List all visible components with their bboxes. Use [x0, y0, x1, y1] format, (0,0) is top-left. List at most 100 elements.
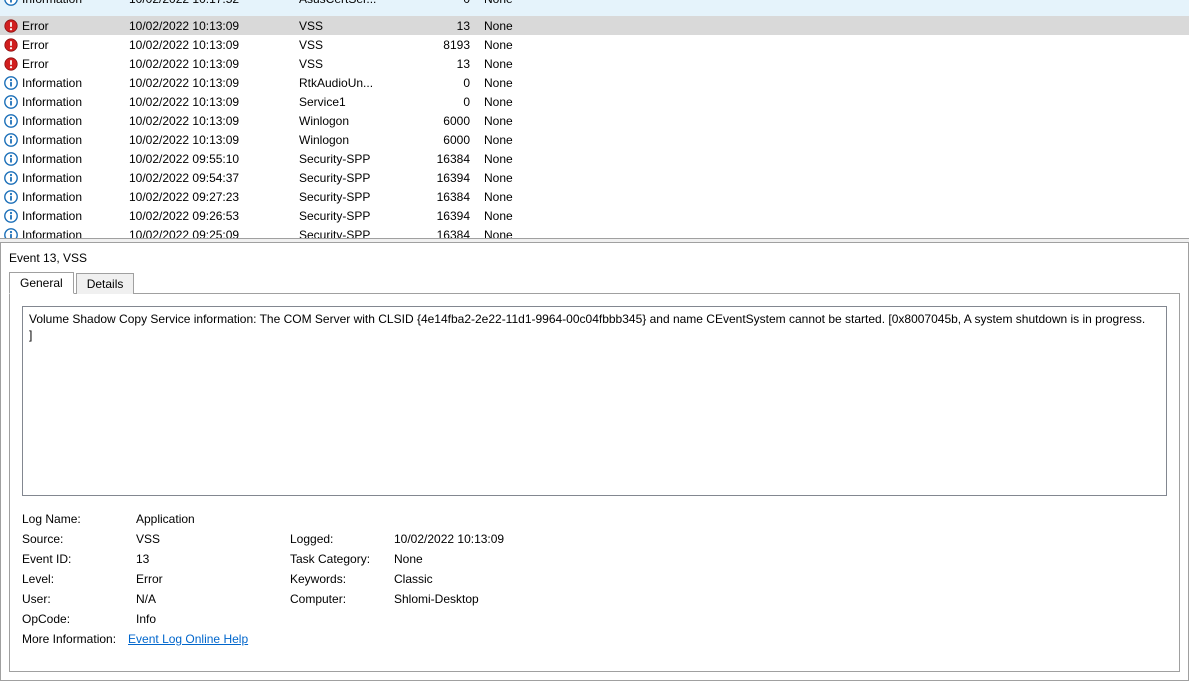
cell-category: None	[480, 168, 1189, 187]
cell-source: Winlogon	[295, 111, 425, 130]
label-user: User:	[22, 592, 132, 606]
cell-category: None	[480, 73, 1189, 92]
cell-level: Information	[22, 0, 82, 6]
table-row[interactable]: Information10/02/2022 10:13:09Service10N…	[0, 92, 1189, 111]
label-source: Source:	[22, 532, 132, 546]
value-eventid: 13	[136, 552, 286, 566]
cell-eventid: 0	[425, 92, 480, 111]
cell-eventid: 16384	[425, 225, 480, 238]
event-title: Event 13, VSS	[9, 249, 1180, 271]
table-row[interactable]: Information 10/02/2022 09:54:37Security-S…	[0, 168, 1189, 187]
table-row[interactable]: Information 10/02/2022 09:26:53Security-S…	[0, 206, 1189, 225]
table-row[interactable]: Information10/02/2022 10:13:09Winlogon60…	[0, 111, 1189, 130]
cell-category: None	[480, 149, 1189, 168]
cell-category: None	[484, 0, 513, 6]
tab-details[interactable]: Details	[76, 273, 135, 294]
label-opcode: OpCode:	[22, 612, 132, 626]
cell-source: Security-SPP	[295, 206, 425, 225]
table-row[interactable]: Error10/02/2022 10:13:09VSS8193None	[0, 35, 1189, 54]
cell-level: Error	[22, 38, 49, 52]
cell-category: None	[480, 206, 1189, 225]
cell-eventid: 16384	[425, 149, 480, 168]
label-eventid: Event ID:	[22, 552, 132, 566]
info-icon	[4, 133, 18, 147]
cell-date: 10/02/2022 09:54:37	[125, 168, 295, 187]
cell-date: 10/02/2022 10:13:09	[125, 130, 295, 149]
cell-level: Information	[22, 171, 82, 185]
tab-general[interactable]: General	[9, 272, 74, 294]
event-description[interactable]: Volume Shadow Copy Service information: …	[22, 306, 1167, 496]
value-logged: 10/02/2022 10:13:09	[394, 532, 1167, 546]
table-row[interactable]: Information 10/02/2022 10:13:09Winlogon60…	[0, 130, 1189, 149]
cell-level: Information	[22, 114, 82, 128]
event-list-pane[interactable]: Information10/02/2022 10:17:52AsusCertSe…	[0, 0, 1189, 238]
cell-level: Information	[22, 190, 82, 204]
cell-source: Security-SPP	[295, 225, 425, 238]
table-row[interactable]: Information10/02/2022 09:25:09Security-S…	[0, 225, 1189, 238]
table-row[interactable]: Error10/02/2022 10:13:09VSS13None	[0, 54, 1189, 73]
cell-source: AsusCertSer...	[299, 0, 376, 6]
help-link[interactable]: Event Log Online Help	[128, 632, 248, 646]
cell-level: Information	[22, 209, 82, 223]
cell-level: Error	[22, 57, 49, 71]
label-logname: Log Name:	[22, 512, 132, 526]
cell-eventid: 0	[463, 0, 470, 6]
info-icon	[4, 0, 18, 6]
cell-source: VSS	[295, 54, 425, 73]
cell-eventid: 6000	[425, 130, 480, 149]
cell-eventid: 16394	[425, 168, 480, 187]
cell-date: 10/02/2022 09:25:09	[125, 225, 295, 238]
cell-source: Security-SPP	[295, 149, 425, 168]
error-icon	[4, 57, 18, 71]
cell-category: None	[480, 225, 1189, 238]
cell-level: Information	[22, 95, 82, 109]
label-moreinfo: More Information:	[22, 632, 116, 646]
cell-date: 10/02/2022 10:13:09	[125, 35, 295, 54]
table-row[interactable]: Information 10/02/2022 09:55:10Security-S…	[0, 149, 1189, 168]
cell-category: None	[480, 187, 1189, 206]
cell-category: None	[480, 16, 1189, 35]
cell-source: Winlogon	[295, 130, 425, 149]
info-icon	[4, 152, 18, 166]
value-level: Error	[136, 572, 286, 586]
cell-source: RtkAudioUn...	[295, 73, 425, 92]
cell-level: Information	[22, 152, 82, 166]
table-row[interactable]: Information10/02/2022 10:17:52AsusCertSe…	[0, 0, 1189, 16]
cell-category: None	[480, 111, 1189, 130]
error-icon	[4, 38, 18, 52]
cell-date: 10/02/2022 10:13:09	[125, 16, 295, 35]
event-detail-pane: Event 13, VSS General Details Volume Sha…	[0, 243, 1189, 681]
cell-eventid: 13	[425, 16, 480, 35]
info-icon	[4, 228, 18, 239]
table-row[interactable]: Information 10/02/2022 09:27:23Security-S…	[0, 187, 1189, 206]
cell-date: 10/02/2022 10:13:09	[125, 111, 295, 130]
cell-eventid: 16384	[425, 187, 480, 206]
info-icon	[4, 76, 18, 90]
cell-eventid: 0	[425, 73, 480, 92]
cell-level: Information	[22, 76, 82, 90]
cell-source: Security-SPP	[295, 187, 425, 206]
cell-level: Information	[22, 133, 82, 147]
label-keywords: Keywords:	[290, 572, 390, 586]
label-computer: Computer:	[290, 592, 390, 606]
cell-source: Security-SPP	[295, 168, 425, 187]
cell-level: Error	[22, 19, 49, 33]
tab-panel-general: Volume Shadow Copy Service information: …	[9, 293, 1180, 672]
cell-date: 10/02/2022 09:26:53	[125, 206, 295, 225]
event-properties: Log Name: Application Source: VSS Logged…	[22, 512, 1167, 626]
cell-date: 10/02/2022 09:55:10	[125, 149, 295, 168]
table-row[interactable]: Information 10/02/2022 10:13:09RtkAudioUn…	[0, 73, 1189, 92]
cell-date: 10/02/2022 10:13:09	[125, 92, 295, 111]
label-logged: Logged:	[290, 532, 390, 546]
cell-date: 10/02/2022 09:27:23	[125, 187, 295, 206]
detail-tabs: General Details	[9, 271, 1180, 293]
value-keywords: Classic	[394, 572, 1167, 586]
info-icon	[4, 114, 18, 128]
value-taskcat: None	[394, 552, 1167, 566]
table-row[interactable]: Error10/02/2022 10:13:09VSS13None	[0, 16, 1189, 35]
cell-date: 10/02/2022 10:13:09	[125, 73, 295, 92]
value-logname: Application	[136, 512, 1167, 526]
value-opcode: Info	[136, 612, 1167, 626]
value-computer: Shlomi-Desktop	[394, 592, 1167, 606]
info-icon	[4, 95, 18, 109]
